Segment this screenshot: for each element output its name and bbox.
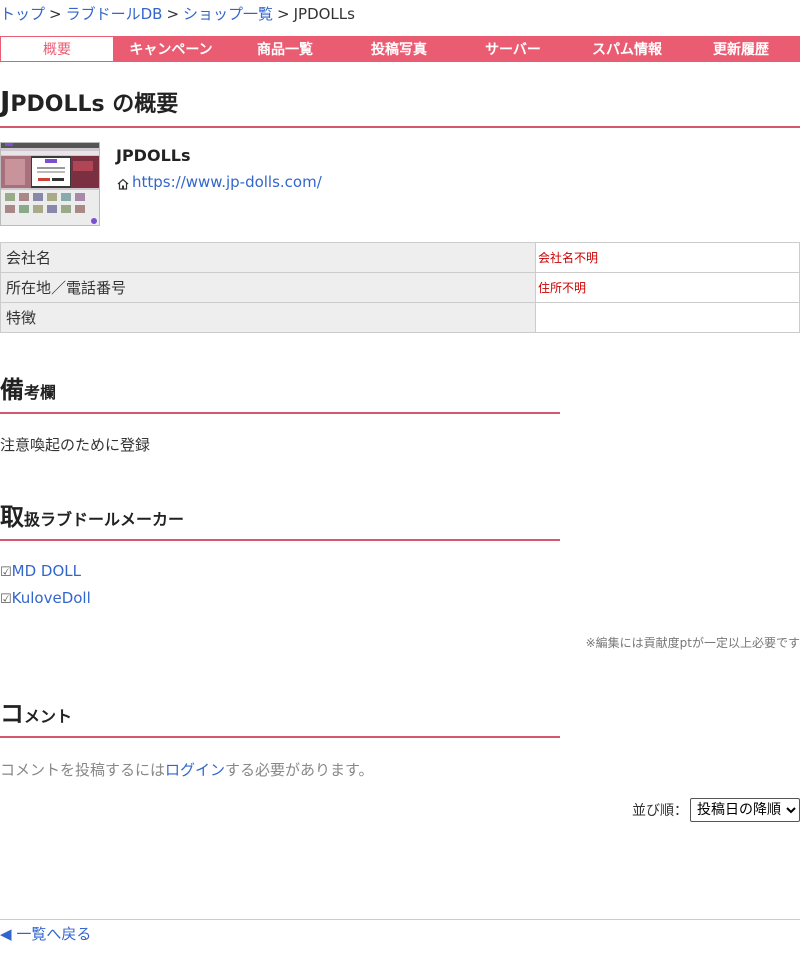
shop-url-row: https://www.jp-dolls.com/	[116, 173, 322, 191]
checkbox-icon: ☑	[0, 565, 12, 580]
remarks-text: 注意喚起のために登録	[0, 436, 151, 454]
home-icon	[117, 178, 129, 190]
comment-text-after: する必要があります。	[225, 761, 374, 779]
makers-heading: 取扱ラブドールメーカー	[0, 497, 560, 541]
company-name-value: 会社名不明	[535, 242, 800, 273]
makers-heading-rest: 扱ラブドールメーカー	[24, 510, 185, 529]
tab-posted-photos[interactable]: 投稿写真	[342, 36, 456, 62]
comments-heading-rest: メント	[24, 707, 73, 726]
breadcrumb: トップ > ラブドールDB > ショップ一覧 > JPDOLLs	[0, 4, 355, 24]
shop-info-table: 会社名 会社名不明 所在地／電話番号 住所不明 特徴	[0, 242, 800, 333]
checkbox-icon: ☑	[0, 592, 12, 607]
remarks-heading: 備考欄	[0, 370, 560, 414]
comments-heading: コメント	[0, 694, 560, 738]
tab-overview[interactable]: 概要	[0, 36, 114, 62]
company-name-label: 会社名	[0, 242, 536, 273]
tab-products[interactable]: 商品一覧	[228, 36, 342, 62]
shop-screenshot-thumbnail[interactable]	[0, 142, 100, 226]
tab-spam-info[interactable]: スパム情報	[570, 36, 684, 62]
page-title-first: J	[0, 85, 11, 118]
back-to-list-label: 一覧へ戻る	[16, 925, 92, 943]
tab-campaign[interactable]: キャンペーン	[114, 36, 228, 62]
makers-heading-first: 取	[0, 503, 24, 531]
page-title-rest: PDOLLs の概要	[10, 92, 179, 117]
remarks-heading-first: 備	[0, 376, 24, 404]
list-item: ☑KuloveDoll	[0, 589, 91, 607]
page-title: JPDOLLs の概要	[0, 84, 800, 128]
back-arrow-icon: ◀	[0, 925, 12, 943]
breadcrumb-separator: >	[49, 5, 62, 23]
back-to-list: ◀ 一覧へ戻る	[0, 923, 91, 944]
tab-update-history[interactable]: 更新履歴	[684, 36, 798, 62]
back-to-list-link[interactable]: ◀ 一覧へ戻る	[0, 925, 91, 943]
breadcrumb-separator: >	[277, 5, 290, 23]
table-row: 特徴	[0, 302, 800, 333]
features-label: 特徴	[0, 302, 536, 333]
sort-label: 並び順：	[632, 803, 688, 819]
breadcrumb-separator: >	[166, 5, 180, 23]
list-item: ☑MD DOLL	[0, 562, 81, 580]
sort-control: 並び順： 投稿日の降順	[632, 798, 800, 822]
comment-login-message: コメントを投稿するにはログインする必要があります。	[0, 759, 374, 780]
table-row: 会社名 会社名不明	[0, 242, 800, 273]
address-phone-value: 住所不明	[535, 272, 800, 303]
sort-order-select[interactable]: 投稿日の降順	[690, 798, 800, 822]
breadcrumb-lovedoll-db-link[interactable]: ラブドールDB	[66, 5, 163, 23]
tab-server[interactable]: サーバー	[456, 36, 570, 62]
login-link[interactable]: ログイン	[165, 761, 225, 779]
comment-text-before: コメントを投稿するには	[0, 761, 166, 779]
breadcrumb-shop-list-link[interactable]: ショップ一覧	[183, 5, 273, 23]
features-value	[535, 302, 800, 333]
edit-requirement-note: ※編集には貢献度ptが一定以上必要です	[585, 636, 800, 650]
maker-link-md-doll[interactable]: MD DOLL	[12, 562, 81, 580]
shop-name: JPDOLLs	[116, 146, 191, 165]
maker-link-kulovedoll[interactable]: KuloveDoll	[12, 589, 91, 607]
breadcrumb-top-link[interactable]: トップ	[0, 5, 45, 23]
shop-url-link[interactable]: https://www.jp-dolls.com/	[132, 173, 322, 191]
address-phone-label: 所在地／電話番号	[0, 272, 536, 303]
table-row: 所在地／電話番号 住所不明	[0, 272, 800, 303]
breadcrumb-current: JPDOLLs	[293, 5, 355, 23]
divider	[0, 919, 800, 920]
remarks-heading-rest: 考欄	[24, 383, 57, 402]
comments-heading-first: コ	[0, 700, 24, 728]
shop-screenshot-image	[1, 143, 99, 225]
tab-bar: 概要 キャンペーン 商品一覧 投稿写真 サーバー スパム情報 更新履歴	[0, 36, 800, 62]
